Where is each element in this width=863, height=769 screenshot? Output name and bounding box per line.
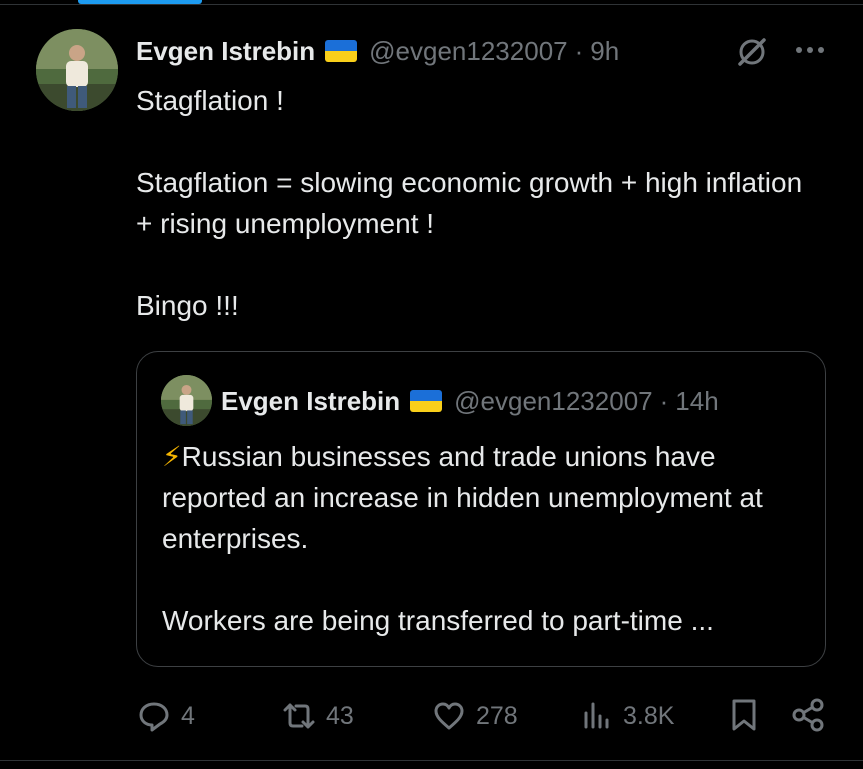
views-button[interactable]: 3.8K [579, 694, 674, 738]
reply-icon [139, 702, 169, 732]
reply-button[interactable]: 4 [137, 694, 195, 738]
post-time[interactable]: 9h [590, 36, 619, 67]
grok-icon[interactable] [734, 34, 770, 70]
quote-text: Russian businesses and trade unions have… [162, 441, 763, 636]
author-name[interactable]: Evgen Istrebin [136, 36, 315, 67]
repost-count: 43 [326, 701, 354, 730]
quote-author-handle: @evgen1232007 [454, 385, 653, 416]
tab-indicator [78, 0, 202, 4]
repost-icon [283, 703, 315, 729]
quote-avatar-photo [161, 375, 212, 426]
reply-count: 4 [181, 701, 195, 730]
share-icon[interactable] [790, 697, 826, 733]
quote-author-name: Evgen Istrebin [221, 385, 401, 416]
separator-dot: · [574, 35, 584, 66]
like-count: 278 [476, 701, 518, 730]
quote-header: Evgen Istrebin @evgen1232007 · 14h [221, 381, 719, 421]
bookmark-icon[interactable] [727, 697, 761, 733]
bottom-divider [0, 760, 863, 761]
quote-text-block: ⚡Russian businesses and trade unions hav… [162, 436, 812, 641]
quote-avatar [161, 375, 212, 426]
ukraine-flag-icon [410, 390, 443, 412]
repost-button[interactable]: 43 [282, 694, 354, 738]
avatar-photo [36, 29, 118, 111]
avatar[interactable] [36, 29, 118, 111]
like-icon [434, 702, 464, 730]
lightning-emoji: ⚡ [162, 441, 182, 472]
ukraine-flag-icon [325, 40, 358, 62]
like-button[interactable]: 278 [432, 694, 518, 738]
more-icon[interactable] [792, 38, 828, 62]
views-count: 3.8K [623, 701, 675, 730]
quote-separator-dot: · [659, 385, 669, 416]
views-icon [584, 702, 609, 729]
top-divider [0, 4, 863, 5]
author-handle[interactable]: @evgen1232007 [369, 36, 567, 67]
quote-time: 14h [675, 385, 719, 416]
post-header: Evgen Istrebin @evgen1232007 · 9h [136, 31, 619, 71]
post-text: Stagflation ! Stagflation = slowing econ… [136, 85, 803, 321]
